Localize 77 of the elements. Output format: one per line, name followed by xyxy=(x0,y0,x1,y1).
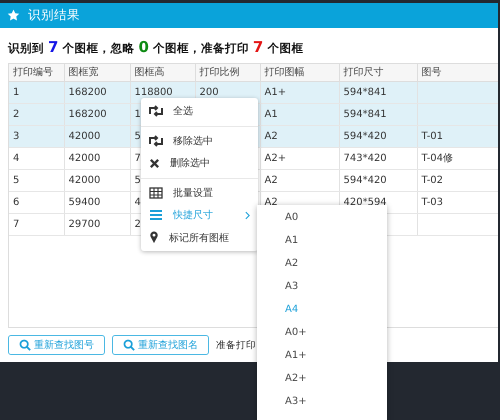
table-cell: A1 xyxy=(264,108,278,120)
search-icon xyxy=(19,339,31,351)
table-cell: 7 xyxy=(13,218,20,230)
count-number: 7 xyxy=(252,38,264,56)
table-cell: 743*420 xyxy=(344,152,387,164)
table-cell: 5 xyxy=(134,174,141,186)
menu-item[interactable]: 移除选中 xyxy=(141,130,258,152)
table-cell: 594*841 xyxy=(344,86,387,98)
table-cell: 200 xyxy=(200,86,219,98)
table-cell: 594*420 xyxy=(344,174,387,186)
table-cell: 4 xyxy=(13,152,20,164)
summary-text: 个图框 xyxy=(267,40,304,56)
table-cell: 6 xyxy=(13,196,20,208)
count-number: 0 xyxy=(138,38,149,56)
close-icon xyxy=(149,158,160,169)
table-cell: T-02 xyxy=(422,174,444,186)
table-cell: 5 xyxy=(13,174,20,186)
table-cell: 3 xyxy=(13,130,20,142)
table-cell: 594*841 xyxy=(344,108,387,120)
menu-item[interactable]: 删除选中 xyxy=(141,152,258,174)
table-cell: A2+ xyxy=(264,152,286,164)
table-cell: 42000 xyxy=(68,174,100,186)
swap-icon xyxy=(149,105,163,118)
menu-item[interactable]: 批量设置 xyxy=(141,182,258,204)
table-cell: 29700 xyxy=(68,218,100,230)
table-cell: 7 xyxy=(134,152,141,164)
table-cell: 2 xyxy=(13,108,20,120)
table-cell: 42000 xyxy=(68,152,100,164)
table-cell: T-04修 xyxy=(422,153,454,164)
status-text: 准备打印 xyxy=(216,338,256,352)
table-cell: T-03 xyxy=(422,196,444,208)
menu-item[interactable]: 全选 xyxy=(141,100,258,122)
table-cell: A2 xyxy=(264,174,278,186)
table-icon xyxy=(149,186,163,199)
table-cell: 59400 xyxy=(68,196,100,208)
table-cell: 42000 xyxy=(68,130,100,142)
column-header: 打印编号 xyxy=(9,64,64,82)
menu-item[interactable]: A0+ xyxy=(257,321,387,344)
table-cell: A2 xyxy=(264,130,278,142)
menu-item[interactable]: A3 xyxy=(257,275,387,298)
table-cell: 1 xyxy=(134,108,141,120)
chevron-right-icon xyxy=(245,210,250,220)
window-title: 识别结果 xyxy=(28,6,80,24)
menu-item[interactable]: 标记所有图框 xyxy=(141,226,258,249)
table-cell: A1+ xyxy=(264,86,286,98)
column-header: 打印图幅 xyxy=(260,64,339,82)
column-header: 打印比例 xyxy=(195,64,260,82)
table-cell: 168200 xyxy=(68,86,107,98)
table-cell: 2 xyxy=(134,218,141,230)
menu-icon xyxy=(149,209,163,222)
menu-item[interactable]: A1 xyxy=(257,229,387,252)
column-header: 图框宽 xyxy=(64,64,130,82)
table-cell: T-01 xyxy=(422,130,444,142)
table-cell: 168200 xyxy=(68,108,107,120)
swap-icon xyxy=(149,134,163,147)
menu-item[interactable]: A2+ xyxy=(257,367,387,390)
summary-text: 个图框，忽略 xyxy=(62,40,134,56)
table-cell: 4 xyxy=(134,196,141,208)
column-header: 图号 xyxy=(417,64,498,82)
menu-item[interactable]: A0 xyxy=(257,206,387,229)
column-header: 打印尺寸 xyxy=(339,64,417,82)
pin-icon xyxy=(149,231,159,244)
menu-item[interactable]: A2 xyxy=(257,252,387,275)
menu-item[interactable]: A3+ xyxy=(257,390,387,413)
menu-item[interactable]: A1+ xyxy=(257,344,387,367)
table-cell: 594*420 xyxy=(344,130,387,142)
summary-text: 个图框，准备打印 xyxy=(152,40,249,56)
count-number: 7 xyxy=(48,38,58,56)
search-icon xyxy=(123,339,135,351)
table-cell: 420*594 xyxy=(344,196,387,208)
star-icon xyxy=(7,8,20,22)
table-cell: A2 xyxy=(264,196,278,208)
summary-text: 识别到 xyxy=(8,40,44,56)
table-cell: 118800 xyxy=(134,86,173,98)
table-cell: 5 xyxy=(134,130,141,142)
table-cell: 1 xyxy=(13,86,20,98)
column-header: 图框高 xyxy=(130,64,195,82)
